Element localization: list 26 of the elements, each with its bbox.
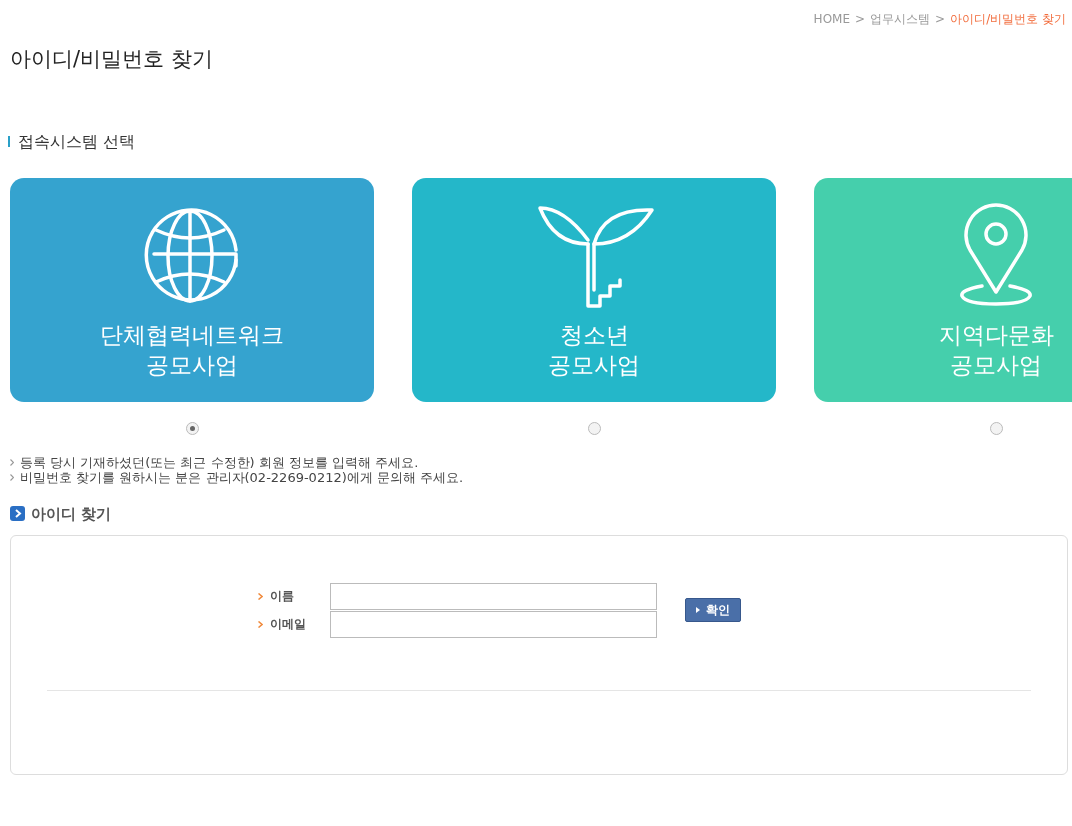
section-title: 접속시스템 선택 [18, 130, 136, 153]
breadcrumb-link[interactable]: 아이디/비밀번호 찾기 [950, 10, 1066, 28]
play-icon [695, 607, 700, 613]
chevron-icon [257, 620, 263, 628]
field-label: 이름 [269, 588, 295, 605]
notice-text: 비밀번호 찾기를 원하시는 분은 관리자(02-2269-0212)에게 문의해 주세요. [20, 469, 464, 485]
field-label: 이메일 [269, 616, 307, 633]
radio-button[interactable] [587, 421, 601, 435]
subsection-title: 아이디 찾기 [31, 503, 112, 525]
system-card[interactable]: 청소년 공모사업 [412, 177, 776, 402]
arrow-square-icon [10, 506, 25, 522]
chevron-icon [257, 592, 263, 600]
notice-text: 등록 당시 기재하셨던(또는 최근 수정한) 회원 정보를 입력해 주세요. [20, 454, 419, 470]
breadcrumb-link[interactable]: HOME [813, 10, 850, 28]
breadcrumb-link[interactable]: 업무시스템 [870, 10, 931, 28]
radio-button[interactable] [989, 421, 1003, 435]
radio-button[interactable] [185, 421, 199, 435]
page-title: 아이디/비밀번호 찾기 [10, 46, 214, 73]
confirm-button[interactable]: 확인 [684, 598, 741, 622]
breadcrumb-separator: > [855, 11, 866, 28]
input-field[interactable] [329, 582, 657, 610]
breadcrumb-separator: > [935, 11, 946, 28]
system-card[interactable]: 지역다문화 공모사업 [814, 177, 1072, 402]
system-card[interactable]: 단체협력네트워크 공모사업 [10, 177, 374, 402]
section-marker [8, 136, 10, 147]
input-field[interactable] [329, 610, 657, 638]
